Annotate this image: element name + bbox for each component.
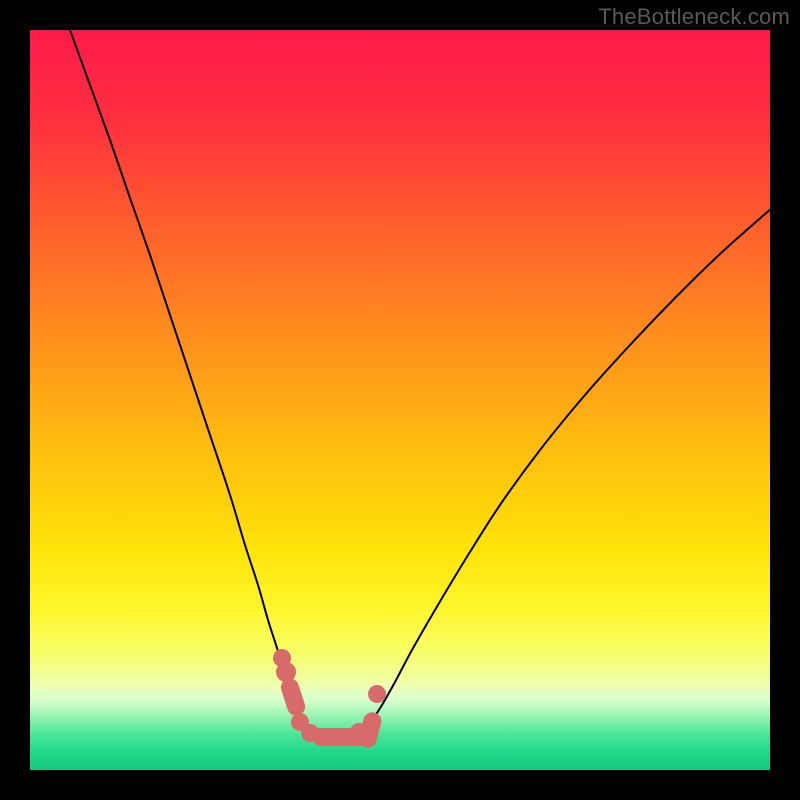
plot-area: [30, 30, 770, 770]
gradient-background: [30, 30, 770, 770]
marker-dot: [276, 662, 296, 682]
chart-frame: TheBottleneck.com: [0, 0, 800, 800]
marker-dot: [368, 685, 386, 703]
watermark-text: TheBottleneck.com: [598, 4, 790, 30]
bottleneck-chart: [30, 30, 770, 770]
